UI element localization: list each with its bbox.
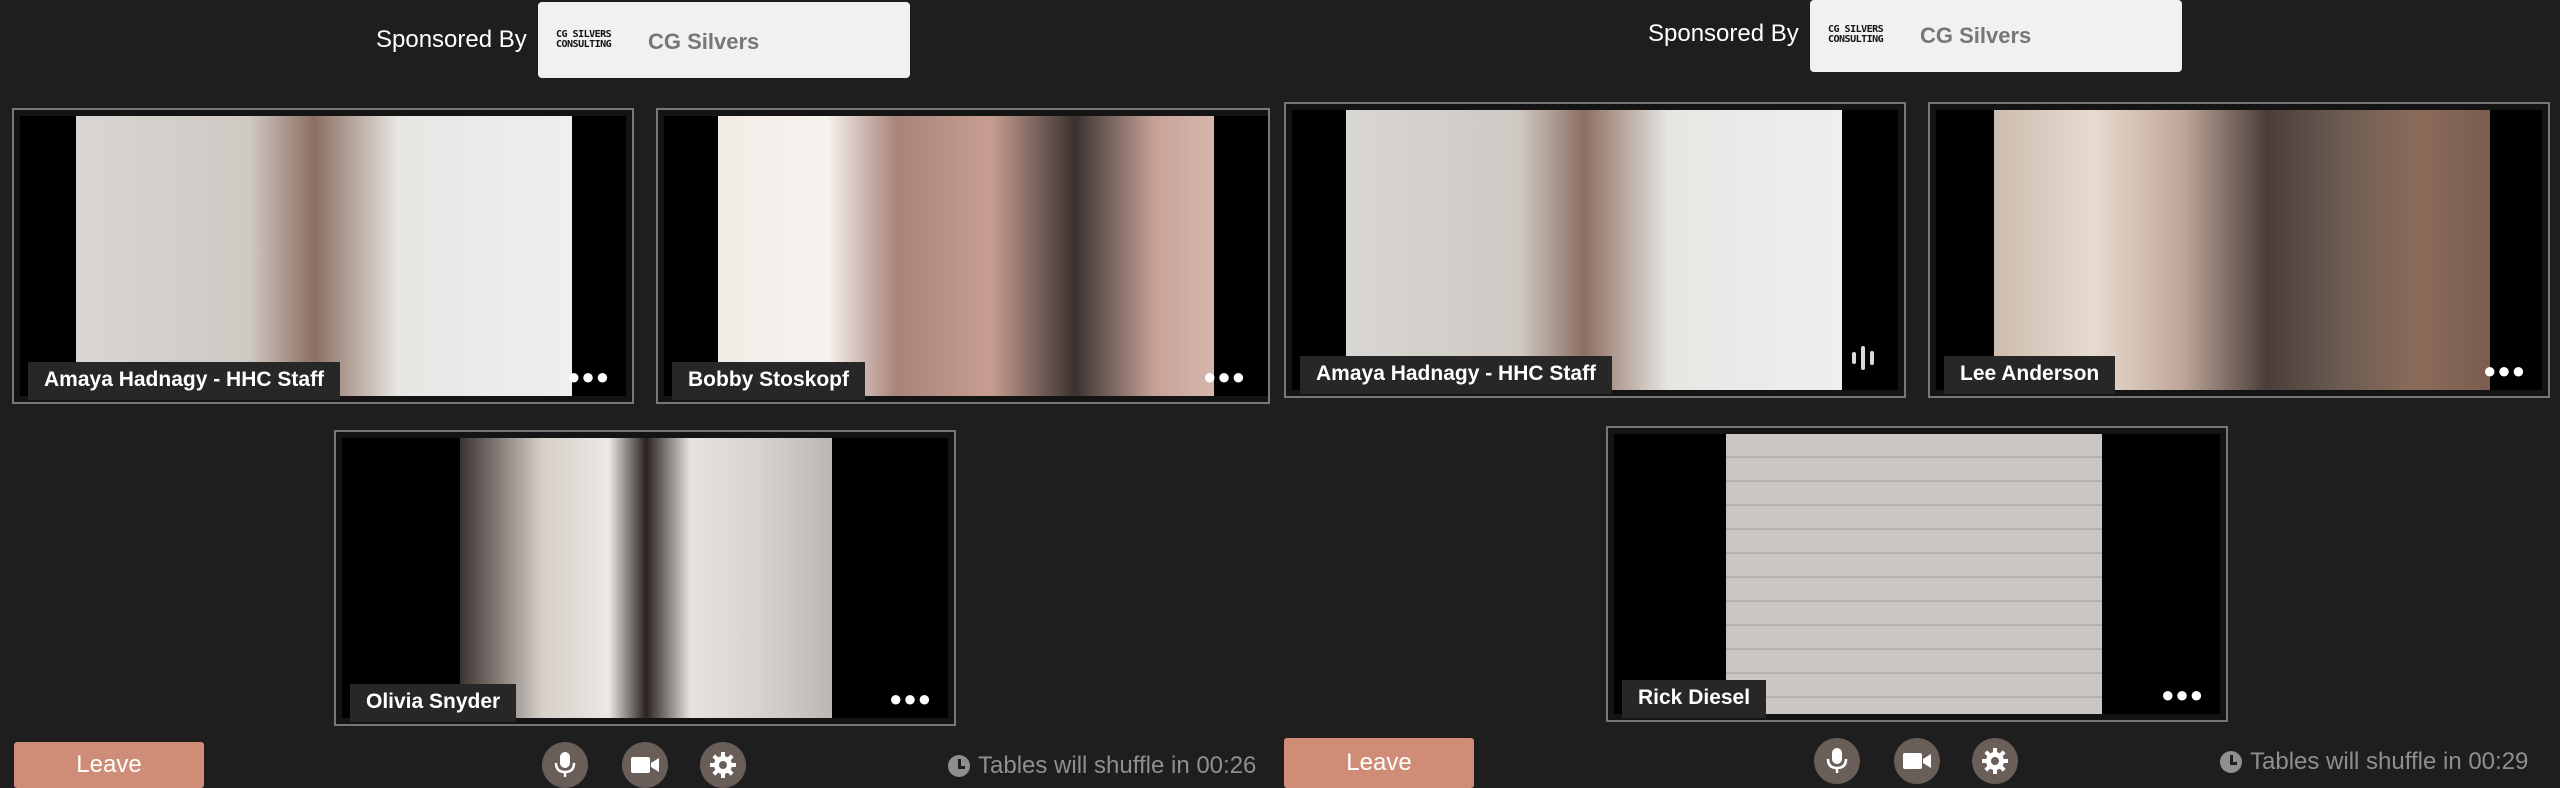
leave-button[interactable]: Leave <box>14 742 204 788</box>
video-feed <box>664 116 1268 396</box>
sponsor-name: CG Silvers <box>648 29 760 54</box>
participant-name: Lee Anderson <box>1944 356 2116 394</box>
participant-name: Amaya Hadnagy - HHC Staff <box>1300 356 1613 394</box>
more-options-icon[interactable]: ●●● <box>2161 684 2204 706</box>
participant-name: Bobby Stoskopf <box>672 362 865 400</box>
video-tile[interactable]: Olivia Snyder ●●● <box>334 430 956 726</box>
sponsor-banner[interactable]: CG SILVERS CONSULTING CG Silvers <box>1810 0 2182 72</box>
video-feed <box>1292 110 1898 390</box>
leave-button[interactable]: Leave <box>1284 738 1474 788</box>
shuffle-text: Tables will shuffle in 00:29 <box>2250 748 2529 775</box>
microphone-icon <box>554 752 576 777</box>
more-options-icon[interactable]: ●●● <box>2483 360 2526 382</box>
gear-icon <box>710 752 736 778</box>
video-tile[interactable]: Amaya Hadnagy - HHC Staff ●●● <box>12 108 634 404</box>
gear-icon <box>1982 748 2008 774</box>
audio-level-icon <box>1852 346 1874 370</box>
settings-button[interactable] <box>1972 738 2018 784</box>
microphone-button[interactable] <box>1814 738 1860 784</box>
video-feed <box>1936 110 2542 390</box>
shuffle-timer: Tables will shuffle in 00:26 <box>948 752 1256 780</box>
microphone-button[interactable] <box>542 742 588 788</box>
clock-icon <box>2220 751 2242 773</box>
video-tile[interactable]: Amaya Hadnagy - HHC Staff <box>1284 102 1906 398</box>
clock-icon <box>948 755 970 777</box>
sponsor-logo: CG SILVERS CONSULTING <box>556 29 612 50</box>
video-feed <box>20 116 626 396</box>
sponsor-banner[interactable]: CG SILVERS CONSULTING CG Silvers <box>538 2 910 78</box>
right-session-panel: Sponsored By CG SILVERS CONSULTING CG Si… <box>1280 0 2560 788</box>
video-tile[interactable]: Bobby Stoskopf ●●● <box>656 108 1270 404</box>
shuffle-text: Tables will shuffle in 00:26 <box>978 752 1257 779</box>
video-feed <box>1614 434 2220 714</box>
participant-name: Rick Diesel <box>1622 680 1767 718</box>
more-options-icon[interactable]: ●●● <box>567 366 610 388</box>
sponsor-logo: CG SILVERS CONSULTING <box>1828 24 1884 45</box>
camera-button[interactable] <box>1894 738 1940 784</box>
participant-name: Olivia Snyder <box>350 684 517 722</box>
microphone-icon <box>1826 748 1848 773</box>
sponsor-label: Sponsored By <box>1648 20 1799 47</box>
more-options-icon[interactable]: ●●● <box>1203 366 1246 388</box>
camera-button[interactable] <box>622 742 668 788</box>
sponsor-name: CG Silvers <box>1920 23 2032 48</box>
video-tile[interactable]: Lee Anderson ●●● <box>1928 102 2550 398</box>
participant-name: Amaya Hadnagy - HHC Staff <box>28 362 341 400</box>
settings-button[interactable] <box>700 742 746 788</box>
shuffle-timer: Tables will shuffle in 00:29 <box>2220 748 2528 776</box>
left-session-panel: Sponsored By CG SILVERS CONSULTING CG Si… <box>0 0 1270 788</box>
camera-icon <box>631 757 659 773</box>
sponsor-label: Sponsored By <box>376 26 527 53</box>
video-feed <box>342 438 948 718</box>
camera-icon <box>1903 753 1931 769</box>
video-tile[interactable]: Rick Diesel ●●● <box>1606 426 2228 722</box>
more-options-icon[interactable]: ●●● <box>889 688 932 710</box>
